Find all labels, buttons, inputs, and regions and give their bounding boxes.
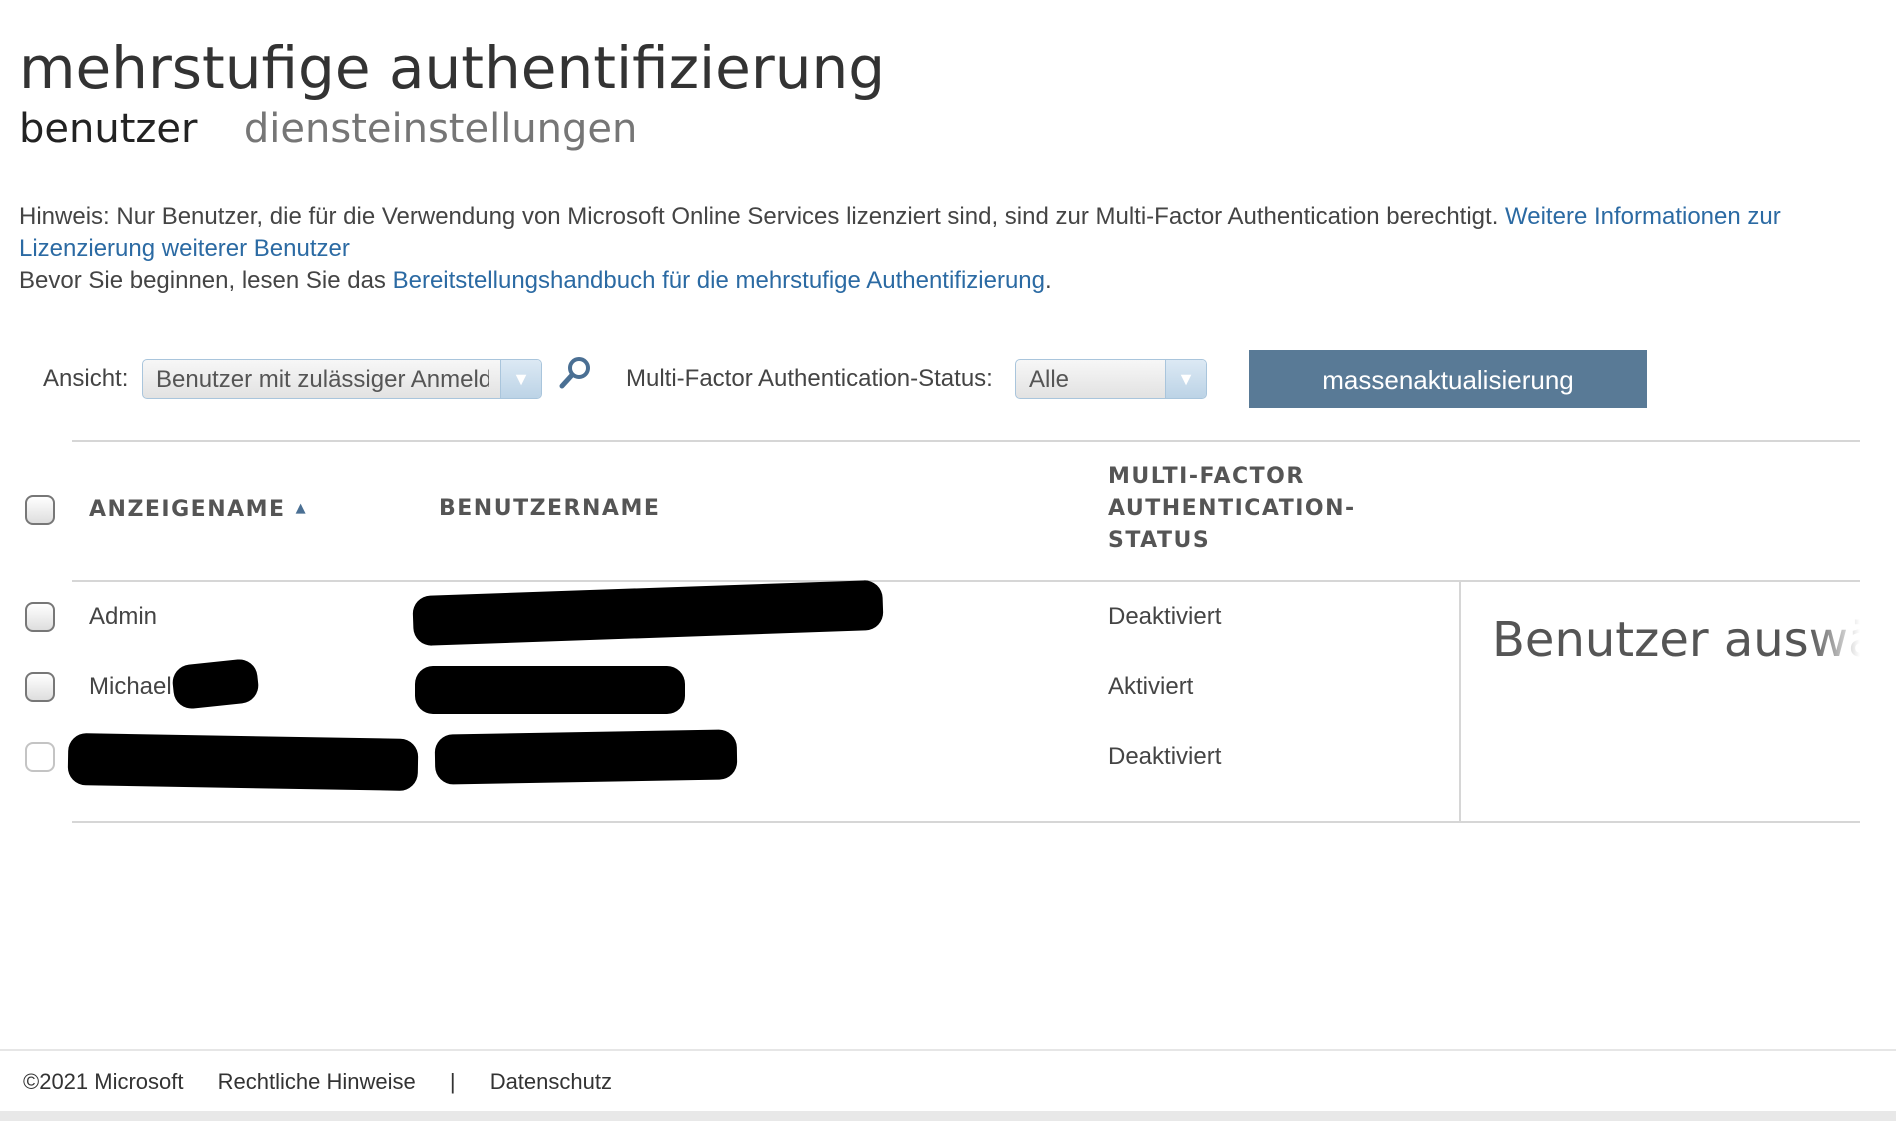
tab-bar: benutzer diensteinstellungen: [19, 106, 679, 152]
row-mfa-status: Aktiviert: [1108, 673, 1194, 700]
mfa-page: mehrstufige authentifizierung benutzer d…: [0, 0, 1896, 1121]
users-table: ANZEIGENAME ▲ BENUTZERNAME MULTI-FACTOR A…: [0, 440, 1896, 840]
redacted-username: [412, 579, 884, 647]
license-notice: Hinweis: Nur Benutzer, die für die Verwe…: [19, 201, 1869, 297]
view-select[interactable]: Benutzer mit zulässiger Anmeldung ▼: [142, 359, 542, 399]
column-header-username[interactable]: BENUTZERNAME: [439, 493, 660, 525]
notice-text: Hinweis: Nur Benutzer, die für die Verwe…: [19, 203, 1506, 230]
status-select[interactable]: Alle ▼: [1015, 359, 1207, 399]
sort-ascending-icon: ▲: [295, 501, 308, 516]
view-select-value: Benutzer mit zulässiger Anmeldung: [156, 366, 489, 393]
legal-notices-link[interactable]: Rechtliche Hinweise: [218, 1069, 416, 1094]
notice-period: .: [1045, 267, 1052, 294]
row-mfa-status: Deaktiviert: [1108, 743, 1222, 770]
row-checkbox[interactable]: [25, 672, 55, 702]
footer-separator: |: [449, 1069, 456, 1094]
privacy-link[interactable]: Datenschutz: [490, 1069, 612, 1094]
row-display-name[interactable]: Michael: [89, 673, 172, 701]
search-icon[interactable]: [555, 354, 595, 394]
deployment-guide-link[interactable]: Bereitstellungshandbuch für die mehrstuf…: [393, 267, 1045, 294]
copyright-text: ©2021 Microsoft: [23, 1069, 184, 1094]
table-bottom-divider: [72, 821, 1860, 823]
column-header-mfa-status[interactable]: MULTI-FACTOR AUTHENTICATION-STATUS: [1108, 461, 1408, 557]
row-display-name[interactable]: Admin: [89, 603, 157, 631]
view-label: Ansicht:: [43, 365, 129, 392]
redacted-username: [415, 666, 685, 714]
table-top-divider: [72, 440, 1860, 442]
chevron-down-icon: ▼: [500, 360, 541, 398]
status-select-value: Alle: [1029, 366, 1070, 393]
footer: ©2021 Microsoft Rechtliche Hinweise | Da…: [23, 1069, 640, 1095]
notice-text-2: Bevor Sie beginnen, lesen Sie das: [19, 267, 393, 294]
bottom-strip: [0, 1111, 1896, 1121]
tab-benutzer[interactable]: benutzer: [19, 106, 197, 152]
status-label: Multi-Factor Authentication-Status:: [626, 365, 993, 392]
filter-bar: Ansicht: Benutzer mit zulässiger Anmeldu…: [43, 350, 1647, 410]
redacted-surname: [170, 657, 261, 711]
bulk-update-button[interactable]: massenaktualisierung: [1249, 350, 1647, 408]
column-header-display-name-label: ANZEIGENAME: [89, 497, 286, 522]
redacted-display-name: [67, 732, 419, 792]
redacted-username: [434, 729, 738, 785]
footer-divider: [0, 1049, 1896, 1051]
detail-panel-placeholder: Benutzer auswählen: [1492, 612, 1860, 668]
tab-diensteinstellungen[interactable]: diensteinstellungen: [244, 106, 637, 152]
detail-panel-divider: [1459, 580, 1461, 822]
select-all-checkbox[interactable]: [25, 495, 55, 525]
page-title: mehrstufige authentifizierung: [19, 34, 886, 102]
row-checkbox[interactable]: [25, 602, 55, 632]
header-divider: [72, 580, 1860, 582]
column-header-display-name[interactable]: ANZEIGENAME ▲: [89, 493, 307, 526]
row-mfa-status: Deaktiviert: [1108, 603, 1222, 630]
detail-panel-fade: [1810, 600, 1860, 680]
chevron-down-icon: ▼: [1165, 360, 1206, 398]
row-checkbox[interactable]: [25, 742, 55, 772]
